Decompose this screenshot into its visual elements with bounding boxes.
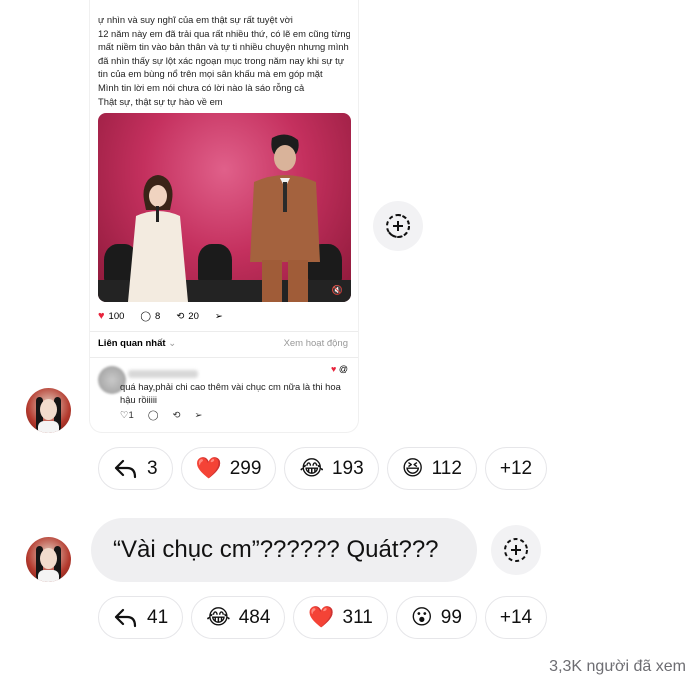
post-photo[interactable]: 🔇 xyxy=(98,113,351,302)
reply-badges: ♥ @ xyxy=(331,364,348,374)
post-text-line: tin của em bùng nổ trên mọi sân khấu mà … xyxy=(98,68,323,80)
reaction-more[interactable]: +14 xyxy=(484,596,548,639)
reaction-heart[interactable]: ❤️ 311 xyxy=(293,596,388,639)
heart-icon: ♥ xyxy=(331,364,337,374)
reaction-count: 193 xyxy=(331,457,364,479)
man-figure xyxy=(250,134,320,302)
reaction-reply[interactable]: 3 xyxy=(98,447,173,490)
red-heart-icon: ❤️ xyxy=(195,457,222,480)
post-text-line: 12 năm này em đã trải qua rất nhiều thứ,… xyxy=(98,27,350,39)
reaction-laughing-tears[interactable]: 😂 484 xyxy=(191,596,286,639)
comment-count: 8 xyxy=(155,310,161,322)
red-heart-icon: ❤️ xyxy=(308,606,335,629)
comment-stat[interactable]: ◯ 8 xyxy=(140,311,160,322)
comment-icon[interactable]: ◯ xyxy=(148,410,159,421)
surprised-face-icon: 😮 xyxy=(410,606,433,629)
like-stat[interactable]: ♥ 100 xyxy=(98,310,124,322)
share-icon[interactable]: ➢ xyxy=(194,410,202,421)
reaction-count: 311 xyxy=(342,606,373,628)
reaction-reply[interactable]: 41 xyxy=(98,596,184,639)
reaction-count: 3 xyxy=(147,457,158,479)
reaction-count: 41 xyxy=(147,606,169,628)
reaction-laughing-tears[interactable]: 😂 193 xyxy=(284,447,379,490)
woman-figure xyxy=(128,175,188,302)
like-count: 100 xyxy=(108,310,125,322)
heart-icon: ♥ xyxy=(98,310,105,322)
post-text-line: Thật sự, thật sự tự hào về em xyxy=(98,95,223,107)
post-text: ự nhìn và suy nghĩ của em thật sự rất tu… xyxy=(98,13,350,108)
repost-count: 20 xyxy=(188,310,199,322)
message-bubble[interactable]: “Vài chục cm”?????? Quát??? xyxy=(91,518,477,582)
divider xyxy=(90,331,358,332)
post-text-line: mất niềm tin vào bản thân và tự ti nhiều… xyxy=(98,41,349,53)
reaction-more[interactable]: +12 xyxy=(484,447,548,490)
add-reaction-button[interactable] xyxy=(373,201,423,251)
reaction-bar: 41 😂 484 ❤️ 311 😮 99 +14 xyxy=(98,596,548,639)
post-stats: ♥ 100 ◯ 8 ⟲ 20 ➢ xyxy=(98,310,223,322)
squinting-laugh-icon: 😆 xyxy=(401,457,424,480)
reaction-heart[interactable]: ❤️ 299 xyxy=(180,447,277,490)
avatar[interactable] xyxy=(26,388,71,433)
reaction-bar: 3 ❤️ 299 😂 193 😆 112 +12 xyxy=(98,447,548,490)
add-reaction-button[interactable] xyxy=(491,525,541,575)
add-reaction-icon xyxy=(386,213,411,238)
laughing-tears-icon: 😂 xyxy=(299,457,324,480)
post-text-line: Mình tin lời em nói chưa có lời nào là s… xyxy=(98,81,305,93)
comment-icon: ◯ xyxy=(140,310,152,322)
blurred-username xyxy=(128,370,198,378)
post-text-line: ự nhìn và suy nghĩ của em thật sự rất tu… xyxy=(98,14,293,25)
reply-stats: ♡1 ◯ ⟲ ➢ xyxy=(120,410,202,421)
avatar[interactable] xyxy=(26,537,71,582)
post-text-line: đã nhìn thấy sự lột xác ngoạn mục trong … xyxy=(98,54,345,66)
reaction-surprised[interactable]: 😮 99 xyxy=(395,596,477,639)
message-text: “Vài chục cm”?????? Quát??? xyxy=(113,536,439,563)
repost-stat[interactable]: ⟲ 20 xyxy=(176,311,199,322)
reply-like-count: 1 xyxy=(128,410,134,421)
reaction-count: 112 xyxy=(431,457,462,479)
reaction-count: 484 xyxy=(238,606,271,628)
share-icon[interactable]: ➢ xyxy=(215,311,223,322)
shared-post-card[interactable]: ự nhìn và suy nghĩ của em thật sự rất tu… xyxy=(90,0,358,432)
sort-related[interactable]: Liên quan nhất ⌄ xyxy=(98,338,176,349)
reply-arrow-icon xyxy=(114,459,137,478)
seen-count[interactable]: 3,3K người đã xem xyxy=(549,658,686,676)
divider xyxy=(90,357,358,358)
repost-icon: ⟲ xyxy=(176,310,185,322)
mute-icon[interactable]: 🔇 xyxy=(332,285,343,296)
add-reaction-icon xyxy=(504,538,528,562)
laughing-tears-icon: 😂 xyxy=(206,606,231,629)
reaction-squinting-laugh[interactable]: 😆 112 xyxy=(386,447,477,490)
more-reactions-count: +14 xyxy=(499,606,533,628)
more-reactions-count: +12 xyxy=(499,457,533,479)
reaction-count: 99 xyxy=(440,606,462,628)
reply-like[interactable]: ♡1 xyxy=(120,410,134,421)
reply-arrow-icon xyxy=(114,608,137,627)
view-activity-link[interactable]: Xem hoạt động xyxy=(284,338,348,349)
reply-text: quá hay,phải chi cao thêm vài chục cm nữ… xyxy=(120,381,341,405)
threads-icon: @ xyxy=(338,364,348,374)
repost-icon[interactable]: ⟲ xyxy=(172,410,180,421)
reaction-count: 299 xyxy=(229,457,262,479)
chevron-down-icon: ⌄ xyxy=(168,338,177,349)
